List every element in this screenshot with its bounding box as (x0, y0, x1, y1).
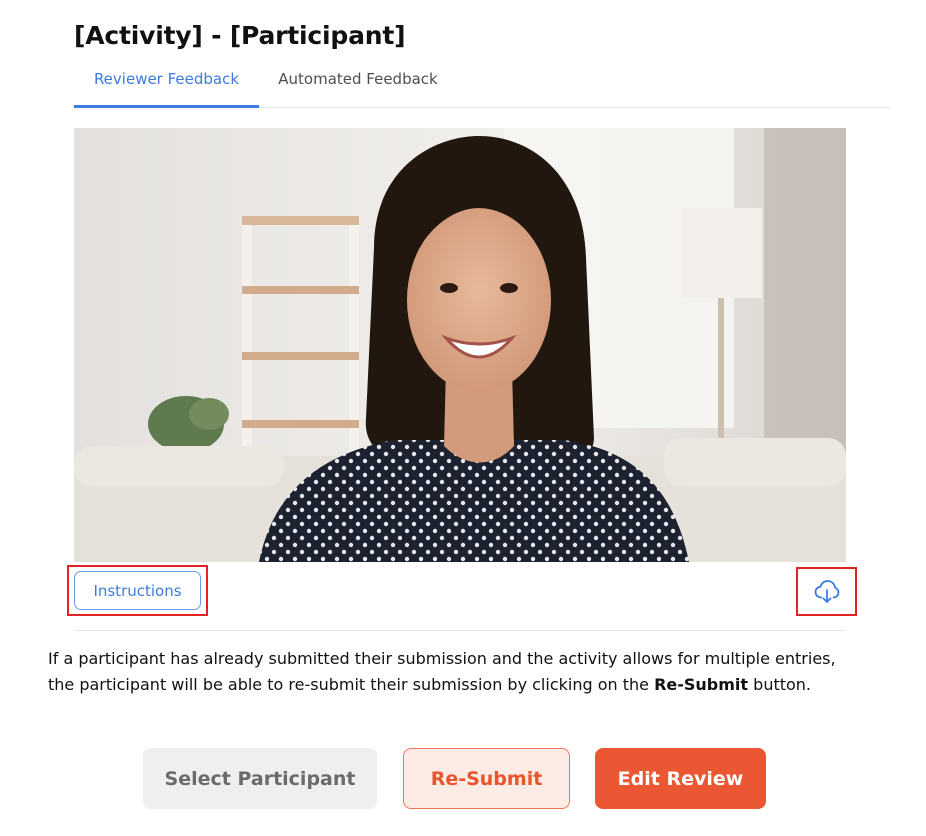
video-footer: Instructions (67, 562, 857, 631)
description-line-2-prefix: the participant will be able to re-submi… (48, 675, 649, 694)
select-participant-button[interactable]: Select Participant (143, 748, 377, 809)
cloud-download-icon[interactable] (813, 577, 841, 605)
feedback-tabs: Reviewer Feedback Automated Feedback (74, 58, 890, 108)
resubmit-button[interactable]: Re-Submit (403, 748, 570, 809)
submission-video[interactable] (74, 128, 846, 562)
video-frame-image (74, 128, 846, 562)
resubmit-description: If a participant has already submitted t… (48, 646, 918, 698)
edit-review-button[interactable]: Edit Review (595, 748, 766, 809)
tab-reviewer-feedback[interactable]: Reviewer Feedback (74, 58, 259, 108)
description-line-1: If a participant has already submitted t… (48, 649, 836, 668)
tab-automated-feedback[interactable]: Automated Feedback (271, 58, 445, 105)
description-line-2-suffix: button. (753, 675, 812, 694)
instructions-button[interactable]: Instructions (74, 571, 201, 610)
page-title: [Activity] - [Participant] (74, 20, 406, 50)
description-resubmit-emphasis: Re-Submit (654, 675, 749, 694)
description-line-2: the participant will be able to re-submi… (48, 672, 918, 698)
